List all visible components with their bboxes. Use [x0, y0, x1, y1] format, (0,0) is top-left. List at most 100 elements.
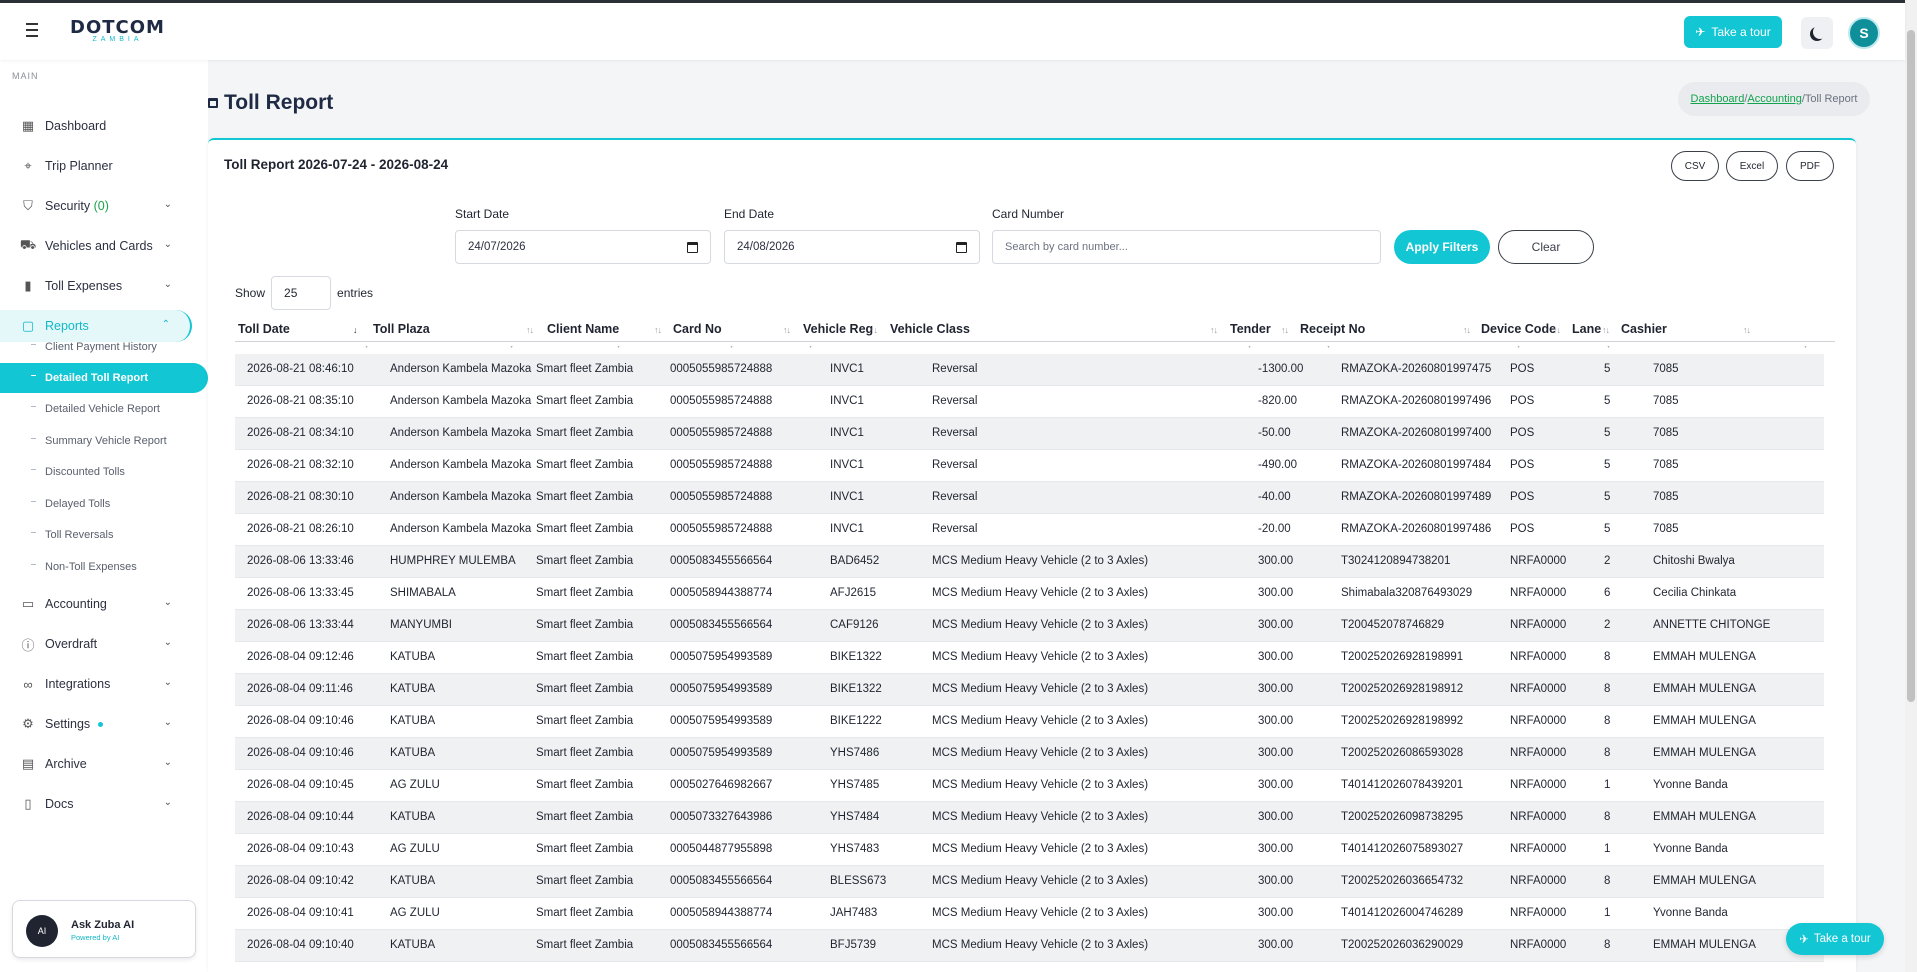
table-row[interactable]: 2026-08-21 08:35:10 Anderson Kambela Mazo…: [235, 386, 1824, 418]
sort-icon[interactable]: ↑↓: [1210, 325, 1218, 335]
col-client-name[interactable]: Client Name: [547, 322, 619, 336]
cell-tender: 300.00: [1258, 651, 1294, 663]
resize-handle[interactable]: ᐩ: [1517, 344, 1520, 353]
table-row[interactable]: 2026-08-21 08:46:10 Anderson Kambela Mazo…: [235, 354, 1824, 386]
take-a-tour-floating-button[interactable]: ✈ Take a tour: [1786, 923, 1884, 955]
breadcrumb-accounting-link[interactable]: Accounting: [1747, 93, 1801, 105]
sidebar-subitem-client-payment-history[interactable]: Client Payment History: [0, 332, 208, 362]
clear-button[interactable]: Clear: [1498, 230, 1594, 264]
sort-icon[interactable]: ↑↓: [526, 325, 534, 335]
sidebar-item-settings[interactable]: ⚙ Settings ⌄: [0, 708, 192, 740]
sidebar-subitem-toll-reversals[interactable]: Toll Reversals: [0, 520, 208, 550]
breadcrumb-dashboard-link[interactable]: Dashboard: [1691, 93, 1745, 105]
table-row[interactable]: 2026-08-04 09:10:43 AG ZULU Smart fleet Za…: [235, 834, 1824, 866]
sort-icon[interactable]: ↑↓: [1463, 325, 1471, 335]
sidebar-subitem-non-toll-expenses[interactable]: Non-Toll Expenses: [0, 552, 208, 582]
col-card-no[interactable]: Card No: [673, 322, 722, 336]
table-row[interactable]: 2026-08-06 13:33:45 SHIMABALA Smart fleet …: [235, 578, 1824, 610]
table-row[interactable]: 2026-08-04 09:10:40 KATUBA Smart fleet Zam…: [235, 930, 1824, 962]
col-receipt-no[interactable]: Receipt No: [1300, 322, 1365, 336]
sidebar-item-accounting[interactable]: ▭ Accounting ⌄: [0, 588, 192, 620]
table-row[interactable]: 2026-08-04 09:10:46 KATUBA Smart fleet Zam…: [235, 738, 1824, 770]
resize-handle[interactable]: ᐩ: [365, 344, 368, 353]
col-tender[interactable]: Tender: [1230, 322, 1271, 336]
cell-toll-date: 2026-08-21 08:32:10: [247, 459, 354, 471]
resize-handle[interactable]: ᐩ: [1607, 344, 1610, 353]
sidebar-item-vehicles-and-cards[interactable]: ⛟ Vehicles and Cards ⌄: [0, 230, 192, 262]
sort-icon[interactable]: ↓: [353, 325, 357, 335]
table-row[interactable]: 2026-08-21 08:30:10 Anderson Kambela Mazo…: [235, 482, 1824, 514]
apply-filters-button[interactable]: Apply Filters: [1394, 230, 1490, 264]
dark-mode-toggle[interactable]: [1801, 17, 1833, 49]
excel-button[interactable]: Excel: [1726, 151, 1778, 181]
table-row[interactable]: 2026-08-04 09:10:45 AG ZULU Smart fleet Za…: [235, 770, 1824, 802]
col-toll-plaza[interactable]: Toll Plaza: [373, 322, 430, 336]
resize-handle[interactable]: ᐩ: [809, 344, 812, 353]
sidebar-item-integrations[interactable]: ∞ Integrations ⌄: [0, 668, 192, 700]
show-label: Show: [235, 286, 266, 300]
avatar[interactable]: S: [1848, 17, 1880, 49]
csv-button[interactable]: CSV: [1671, 151, 1719, 181]
sidebar-subitem-discounted-tolls[interactable]: Discounted Tolls: [0, 457, 208, 487]
start-date-input[interactable]: 24/07/2026: [455, 230, 711, 264]
table-row[interactable]: 2026-08-04 09:11:46 KATUBA Smart fleet Zam…: [235, 674, 1824, 706]
resize-handle[interactable]: ᐩ: [730, 344, 733, 353]
card-number-input[interactable]: Search by card number...: [992, 230, 1381, 264]
sidebar-item-dashboard[interactable]: ▦ Dashboard: [0, 110, 192, 142]
table-row[interactable]: 2026-08-04 09:10:41 AG ZULU Smart fleet Za…: [235, 898, 1824, 930]
resize-handle[interactable]: ᐩ: [1248, 344, 1251, 353]
sidebar-item-overdraft[interactable]: ⓘ Overdraft ⌄: [0, 628, 192, 660]
scrollbar-thumb[interactable]: [1907, 30, 1915, 702]
sort-icon[interactable]: ↑↓: [1743, 325, 1751, 335]
col-device-code[interactable]: Device Code: [1481, 322, 1556, 336]
end-date-input[interactable]: 24/08/2026: [724, 230, 980, 264]
pdf-button[interactable]: PDF: [1786, 151, 1834, 181]
table-row[interactable]: 2026-08-06 13:33:46 HUMPHREY MULEMBA Smart…: [235, 546, 1824, 578]
ask-zuba-ai-button[interactable]: AI Ask Zuba AI Powered by AI: [12, 900, 196, 958]
table-row[interactable]: 2026-08-04 09:12:46 KATUBA Smart fleet Zam…: [235, 642, 1824, 674]
col-lane[interactable]: Lane: [1572, 322, 1601, 336]
sidebar-item-toll-expenses[interactable]: ▮ Toll Expenses ⌄: [0, 270, 192, 302]
menu-icon[interactable]: [26, 23, 44, 39]
sort-icon[interactable]: ↑↓: [1602, 325, 1610, 335]
sidebar-item-label: Security: [45, 199, 91, 213]
col-toll-date[interactable]: Toll Date: [238, 322, 290, 336]
entries-select[interactable]: 25: [271, 276, 332, 310]
take-a-tour-button[interactable]: ✈ Take a tour: [1684, 16, 1782, 48]
resize-handle[interactable]: ᐩ: [1327, 344, 1330, 353]
sidebar-item-archive[interactable]: ▤ Archive ⌄: [0, 748, 192, 780]
resize-handle[interactable]: ᐩ: [617, 344, 620, 353]
sort-icon[interactable]: ↑↓: [783, 325, 791, 335]
sidebar-item-trip-planner[interactable]: ⌖ Trip Planner: [0, 150, 192, 182]
sort-icon[interactable]: ↑↓: [870, 325, 878, 335]
sidebar-subitem-delayed-tolls[interactable]: Delayed Tolls: [0, 489, 208, 519]
cell-tender: 300.00: [1258, 619, 1294, 631]
resize-handle[interactable]: ᐩ: [1804, 344, 1807, 353]
sort-icon[interactable]: ↑↓: [1553, 325, 1561, 335]
sort-icon[interactable]: ↑↓: [1281, 325, 1289, 335]
sort-icon[interactable]: ↑↓: [654, 325, 662, 335]
calendar-icon[interactable]: [956, 242, 967, 253]
sidebar-subitem-detailed-toll-report[interactable]: Detailed Toll Report: [0, 363, 208, 393]
table-row[interactable]: 2026-08-21 08:32:10 Anderson Kambela Mazo…: [235, 450, 1824, 482]
table-row[interactable]: 2026-08-06 13:33:44 MANYUMBI Smart fleet Z…: [235, 610, 1824, 642]
cell-toll-date: 2026-08-21 08:26:10: [247, 523, 354, 535]
sidebar-subitem-summary-vehicle-report[interactable]: Summary Vehicle Report: [0, 426, 208, 456]
sidebar-item-docs[interactable]: ▯ Docs ⌄: [0, 788, 192, 820]
sidebar-item-security[interactable]: ⛉ Security (0) ⌄: [0, 190, 192, 222]
logo[interactable]: DOTCOM ZAMBIA: [70, 17, 165, 43]
resize-handle[interactable]: ᐩ: [510, 344, 513, 353]
sidebar-subitem-detailed-vehicle-report[interactable]: Detailed Vehicle Report: [0, 394, 208, 424]
table-row[interactable]: 2026-08-21 08:34:10 Anderson Kambela Mazo…: [235, 418, 1824, 450]
table-row[interactable]: 2026-08-04 09:10:42 KATUBA Smart fleet Zam…: [235, 866, 1824, 898]
calendar-icon[interactable]: [687, 242, 698, 253]
table-row[interactable]: 2026-08-04 09:10:46 KATUBA Smart fleet Zam…: [235, 706, 1824, 738]
col-vehicle-reg[interactable]: Vehicle Reg: [803, 322, 873, 336]
logo-text: DOTCOM: [70, 17, 165, 38]
page-scrollbar[interactable]: [1905, 0, 1917, 972]
table-row[interactable]: 2026-08-04 09:10:44 KATUBA Smart fleet Zam…: [235, 802, 1824, 834]
col-cashier[interactable]: Cashier: [1621, 322, 1667, 336]
col-vehicle-class[interactable]: Vehicle Class: [890, 322, 970, 336]
table-row[interactable]: 2026-08-21 08:26:10 Anderson Kambela Mazo…: [235, 514, 1824, 546]
cell-card-no: 0005027646982667: [670, 779, 773, 791]
